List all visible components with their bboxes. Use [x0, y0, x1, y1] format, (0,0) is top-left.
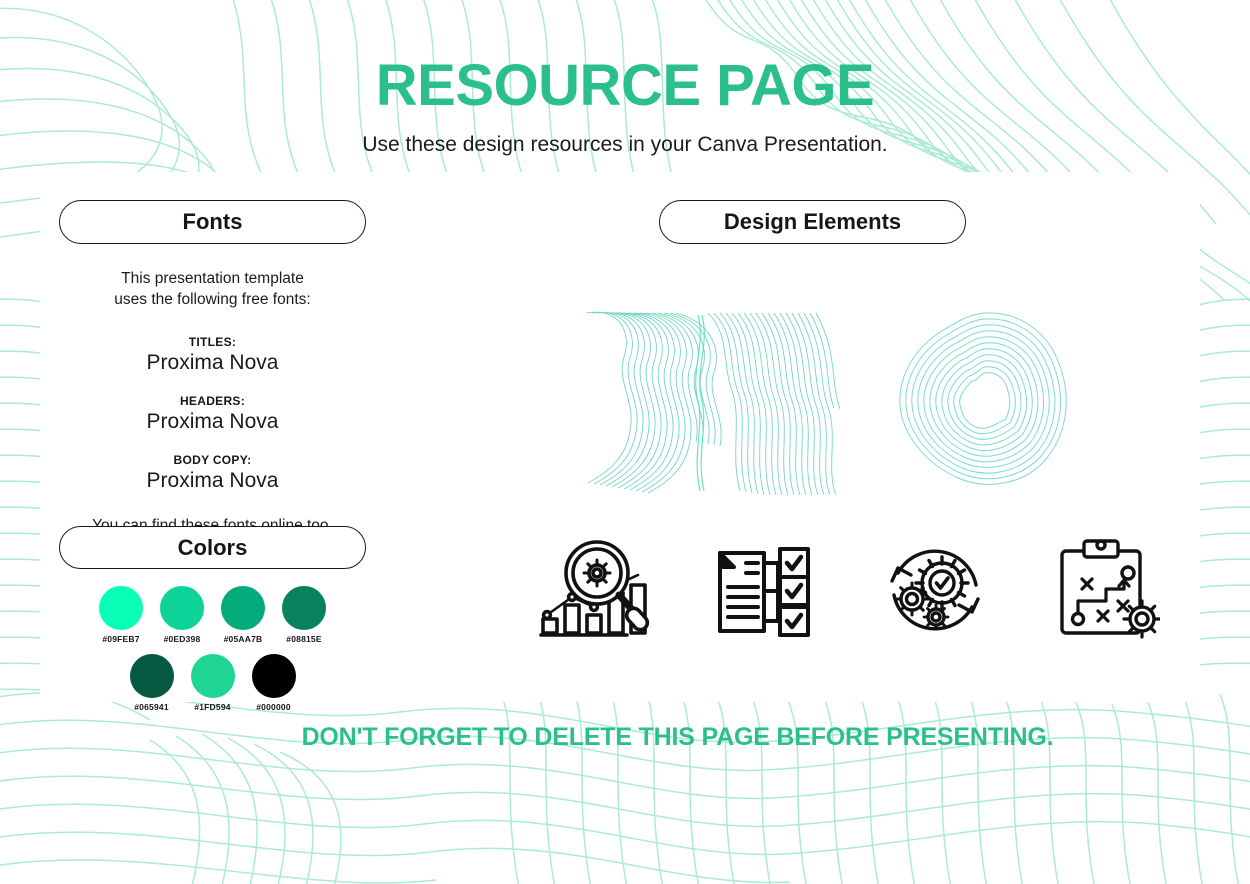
- resource-page-slide: RESOURCE PAGE Use these design resources…: [0, 0, 1250, 884]
- fonts-intro-line-1: This presentation template: [121, 270, 304, 287]
- font-group-headers: HEADERS: Proxima Nova: [59, 394, 366, 434]
- font-label-body-copy: BODY COPY:: [173, 453, 252, 468]
- color-swatch: #1FD594: [186, 654, 239, 712]
- page-title: RESOURCE PAGE: [375, 53, 875, 118]
- delete-page-warning-text: DON'T FORGET TO DELETE THIS PAGE BEFORE …: [301, 723, 1054, 751]
- color-hex-label: #065941: [134, 702, 169, 712]
- concentric-blob-rings-graphic: [899, 312, 1067, 485]
- color-hex-label: #08815E: [286, 634, 322, 644]
- gears-check-cycle-icon: [860, 530, 1010, 650]
- clipboard-strategy-icon: [1030, 530, 1180, 650]
- fonts-intro-text: This presentation template uses the foll…: [59, 269, 366, 311]
- document-checklist-icon: [690, 530, 840, 650]
- color-swatch-dot: [190, 654, 235, 698]
- color-swatch-dot: [129, 654, 174, 698]
- fonts-intro-line-2: uses the following free fonts:: [114, 290, 311, 308]
- color-swatch: #065941: [125, 654, 178, 712]
- color-swatch-dot: [282, 586, 326, 630]
- chart-magnifier-gear-icon: [520, 530, 670, 650]
- delete-page-warning: DON'T FORGET TO DELETE THIS PAGE BEFORE …: [0, 723, 1250, 752]
- topographic-contour-map-graphic: [585, 311, 840, 495]
- design-icons-row: [520, 525, 1180, 655]
- design-elements-label: Design Elements: [723, 209, 902, 234]
- color-swatch-dot: [221, 586, 265, 630]
- fonts-section-header: Fonts: [59, 200, 366, 244]
- color-swatch-dot: [160, 586, 204, 630]
- design-graphics-area: [540, 300, 1160, 500]
- font-label-titles: TITLES:: [188, 334, 237, 349]
- color-swatch: #09FEB7: [95, 586, 148, 644]
- font-group-titles: TITLES: Proxima Nova: [59, 335, 366, 375]
- page-subtitle: Use these design resources in your Canva…: [362, 132, 888, 156]
- design-elements-header: Design Elements: [659, 200, 966, 244]
- color-swatch-dot: [99, 586, 143, 630]
- font-value-headers: Proxima Nova: [146, 410, 279, 434]
- font-value-body-copy: Proxima Nova: [146, 469, 279, 493]
- page-header: RESOURCE PAGE Use these design resources…: [0, 0, 1250, 157]
- colors-section: Colors #09FEB7 #0ED398 #05AA7B #08815E #…: [59, 526, 366, 712]
- color-swatch: #05AA7B: [217, 586, 270, 644]
- color-hex-label: #05AA7B: [223, 634, 263, 644]
- colors-section-label: Colors: [177, 534, 248, 560]
- color-hex-label: #09FEB7: [102, 634, 140, 644]
- font-label-headers: HEADERS:: [179, 394, 246, 409]
- fonts-section-label: Fonts: [182, 209, 243, 234]
- design-elements-section: Design Elements: [659, 200, 966, 244]
- color-hex-label: #000000: [256, 702, 291, 712]
- font-group-body-copy: BODY COPY: Proxima Nova: [59, 453, 366, 493]
- color-swatch-row-2: #065941 #1FD594 #000000: [59, 654, 366, 712]
- color-swatch-row-1: #09FEB7 #0ED398 #05AA7B #08815E: [59, 586, 366, 644]
- color-hex-label: #1FD594: [194, 702, 231, 712]
- color-swatch-dot: [251, 654, 296, 698]
- color-hex-label: #0ED398: [163, 634, 201, 644]
- font-value-titles: Proxima Nova: [146, 350, 279, 374]
- color-swatch: #08815E: [278, 586, 331, 644]
- colors-section-header: Colors: [59, 526, 366, 569]
- color-swatch: #000000: [247, 654, 300, 712]
- fonts-section: Fonts This presentation template uses th…: [59, 200, 366, 535]
- color-swatch: #0ED398: [156, 586, 209, 644]
